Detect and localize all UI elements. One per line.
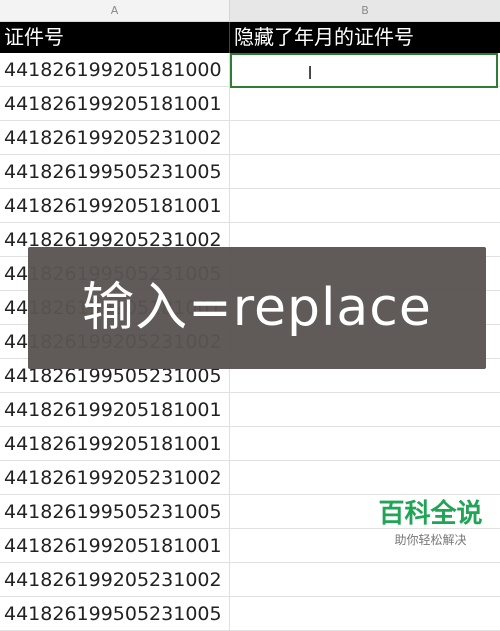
table-row: 441826199505231005 bbox=[0, 155, 500, 189]
hidden-id-cell[interactable] bbox=[230, 427, 500, 461]
hidden-id-cell[interactable] bbox=[230, 597, 500, 631]
header-cell-hidden-id-number[interactable]: 隐藏了年月的证件号 bbox=[230, 22, 500, 53]
hidden-id-cell[interactable] bbox=[230, 393, 500, 427]
hidden-id-cell[interactable] bbox=[230, 87, 500, 121]
table-row: 441826199205231002 bbox=[0, 461, 500, 495]
id-number-cell[interactable]: 441826199205181001 bbox=[0, 427, 230, 461]
id-number-cell[interactable]: 441826199505231005 bbox=[0, 495, 230, 529]
watermark-title: 百科全说 bbox=[378, 499, 483, 529]
watermark-logo: 百科全说 助你轻松解决 bbox=[373, 498, 488, 552]
column-header-a[interactable]: A bbox=[0, 0, 230, 22]
table-row: 441826199205231002 bbox=[0, 563, 500, 597]
id-number-cell[interactable]: 441826199205181001 bbox=[0, 529, 230, 563]
hidden-id-cell[interactable] bbox=[230, 121, 500, 155]
hidden-id-cell[interactable] bbox=[230, 155, 500, 189]
id-number-cell[interactable]: 441826199205181001 bbox=[0, 189, 230, 223]
header-cell-id-number[interactable]: 证件号 bbox=[0, 22, 230, 53]
column-header-b[interactable]: B bbox=[230, 0, 500, 22]
table-row: 441826199205181001 bbox=[0, 393, 500, 427]
hidden-id-cell[interactable] bbox=[230, 563, 500, 597]
hidden-id-cell[interactable] bbox=[230, 189, 500, 223]
hidden-id-cell[interactable] bbox=[230, 461, 500, 495]
id-number-cell[interactable]: 441826199205231002 bbox=[0, 121, 230, 155]
id-number-cell[interactable]: 441826199205181001 bbox=[0, 393, 230, 427]
caption-overlay: 输入=replace bbox=[28, 247, 486, 369]
id-number-cell[interactable]: 441826199505231005 bbox=[0, 597, 230, 631]
id-number-cell[interactable]: 441826199505231005 bbox=[0, 155, 230, 189]
caption-text: 输入=replace bbox=[82, 278, 432, 338]
watermark-subtitle: 助你轻松解决 bbox=[394, 533, 467, 547]
table-row: 441826199205181001 bbox=[0, 189, 500, 223]
id-number-cell[interactable]: 441826199205231002 bbox=[0, 461, 230, 495]
active-cell-b2[interactable] bbox=[230, 53, 498, 88]
table-row: 441826199205181001 bbox=[0, 427, 500, 461]
id-number-cell[interactable]: 441826199205231002 bbox=[0, 563, 230, 597]
id-number-cell[interactable]: 441826199205181000 bbox=[0, 53, 230, 87]
table-row: 441826199505231005 bbox=[0, 597, 500, 631]
table-row: 441826199205231002 bbox=[0, 121, 500, 155]
table-row: 441826199205181001 bbox=[0, 87, 500, 121]
id-number-cell[interactable]: 441826199205181001 bbox=[0, 87, 230, 121]
text-cursor-icon: Ⅰ bbox=[307, 63, 313, 84]
